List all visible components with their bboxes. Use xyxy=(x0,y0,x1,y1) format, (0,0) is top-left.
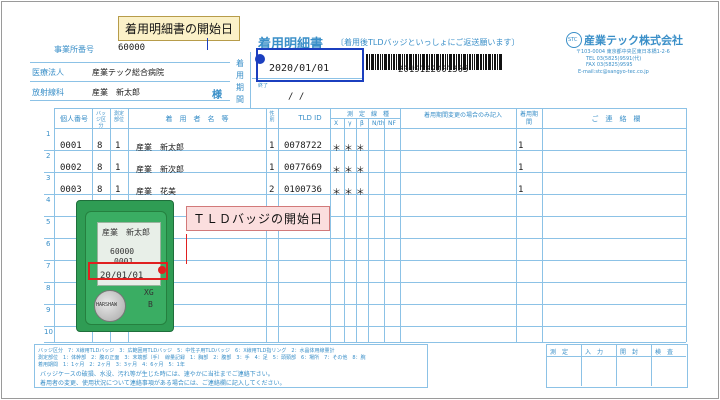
highlight-badge-date-box xyxy=(88,262,168,280)
col-badge-type: バッジ区分 xyxy=(95,111,106,129)
badge-name: 産業 新太郎 xyxy=(102,228,150,237)
callout-connector xyxy=(207,38,214,50)
badge-office: 60000 xyxy=(110,247,135,256)
col-line-beta: β xyxy=(360,120,364,127)
highlight-blue-dot xyxy=(255,54,265,64)
legend-line-2: 測定部位 1：体幹部 2：腹の正面 3：末端部（手） 線量記録 1：胸部 2：腹… xyxy=(38,355,366,361)
callout-tld-start-date: ＴＬＤバッジの開始日 xyxy=(186,206,331,231)
col-change-note: 着用期間変更の場合のみ記入 xyxy=(423,112,502,119)
col-measure-line: 測 定 線 種 xyxy=(346,111,389,118)
period-label: 着 用 期 間 xyxy=(236,59,244,104)
col-line-nf: NF xyxy=(388,120,396,127)
row-number: 6 xyxy=(46,240,51,248)
col-line-x: X xyxy=(334,120,339,127)
callout-doc-start-date: 着用明細書の開始日 xyxy=(118,16,241,41)
row-number: 8 xyxy=(46,284,51,292)
row-number: 1 xyxy=(46,130,51,138)
note-line-1: バッジケースの破損、水没、汚れ等が生じた時には、速やかに当社までご連絡下さい。 xyxy=(40,371,274,378)
stamp-inspect: 検 査 xyxy=(655,349,674,356)
badge-grade: B xyxy=(148,300,153,309)
office-number-label: 事業所番号 xyxy=(54,45,94,54)
stamp-input: 入 力 xyxy=(585,349,604,356)
medical-corp-value: 産業テック総合病院 xyxy=(92,68,164,77)
col-line-n: N/th xyxy=(372,120,385,127)
row-number: 2 xyxy=(46,152,51,160)
honorific-sama: 様 xyxy=(212,90,222,101)
row-number: 10 xyxy=(44,328,53,336)
highlight-red-dot xyxy=(158,266,166,274)
callout2-connector xyxy=(186,234,187,264)
document-subtitle: 〔着用後TLDバッジといっしょにご返送願います〕 xyxy=(336,38,520,47)
col-line-gamma: γ xyxy=(348,120,352,127)
legend-line-3: 着用期間 1：1ヶ月 2：2ヶ月 3：3ヶ月 4：6ヶ月 5：1年 xyxy=(38,362,185,368)
document-number: 2019122001305 xyxy=(398,65,469,75)
wear-end-date: / / xyxy=(288,92,305,102)
stamp-open: 開 封 xyxy=(620,349,639,356)
badge-dosimeter-element: HARSHAW xyxy=(94,290,126,322)
company-fax: FAX 03(5825)9595 xyxy=(586,62,633,68)
row-number: 5 xyxy=(46,218,51,226)
col-wearer-name: 着 用 者 名 等 xyxy=(165,115,229,123)
row-number: 4 xyxy=(46,196,51,204)
row-number: 7 xyxy=(46,262,51,270)
stamp-measure: 測 定 xyxy=(550,349,569,356)
row-number: 3 xyxy=(46,174,51,182)
office-number-value: 60000 xyxy=(118,43,146,53)
col-contact: ご 連 絡 欄 xyxy=(591,115,641,123)
row-number: 9 xyxy=(46,306,51,314)
col-wear-period: 着用期間 xyxy=(519,111,538,126)
company-email: E-mail:stc@sangyo-tec.co.jp xyxy=(578,69,649,75)
company-tel: TEL 03(5825)9591(代) xyxy=(586,56,642,62)
highlight-start-date-box xyxy=(256,48,364,82)
note-line-2: 着用者の変更、使用状況について連絡事項がある場合には、ご連絡欄に記入してください… xyxy=(40,380,286,387)
end-label: 終了 xyxy=(258,83,269,89)
col-measure-part: 測定部位 xyxy=(113,111,124,123)
department-label: 放射線科 xyxy=(32,88,64,97)
badge-code: XG xyxy=(144,288,154,297)
medical-corp-label: 医療法人 xyxy=(32,68,64,77)
col-gender: 性別 xyxy=(269,111,275,123)
legend-line-1: バッジ区分 7：X線用TLDバッジ 3：広範囲用TLDバッジ 5：中性子用TLD… xyxy=(38,348,335,354)
company-name: 産業テック株式会社 xyxy=(584,34,683,47)
company-logo-icon: STC xyxy=(566,32,582,48)
company-address: 〒103-0004 東京都中央区東日本橋1-2-6 xyxy=(576,49,670,55)
department-value: 産業 新太郎 xyxy=(92,88,140,97)
col-personal-number: 個人番号 xyxy=(60,115,88,123)
